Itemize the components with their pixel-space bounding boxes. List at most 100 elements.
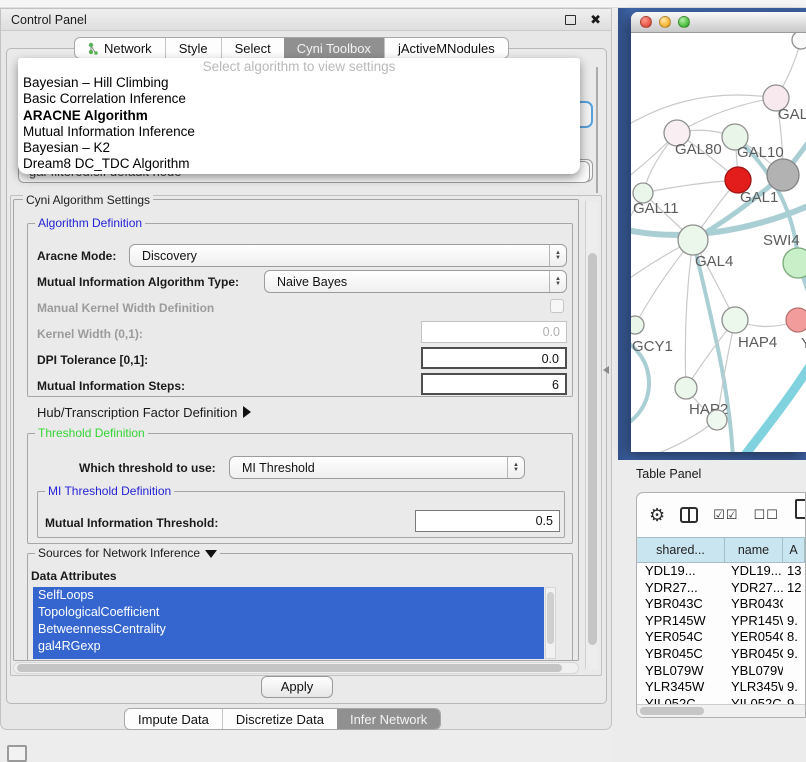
stepper-arrows-icon[interactable]: ▲▼ xyxy=(549,245,566,266)
table-row[interactable]: YDR27...YDR27...12 xyxy=(637,580,805,597)
network-node-y[interactable] xyxy=(786,308,806,332)
tab-label: Network xyxy=(104,41,152,56)
stepper-arrows-icon[interactable]: ▲▼ xyxy=(507,457,524,478)
data-attributes-list: SelfLoopsTopologicalCoefficientBetweenne… xyxy=(33,587,544,659)
close-icon[interactable]: ✖ xyxy=(590,13,601,26)
table-horizontal-scrollbar[interactable] xyxy=(637,704,805,717)
tab-cyni-toolbox[interactable]: Cyni Toolbox xyxy=(284,38,384,58)
settings-horizontal-scrollbar[interactable] xyxy=(13,662,579,674)
tab-style[interactable]: Style xyxy=(165,38,221,58)
network-node[interactable] xyxy=(792,33,806,49)
network-node-hap4[interactable] xyxy=(722,307,748,333)
sources-group-title[interactable]: Sources for Network Inference xyxy=(35,546,220,560)
table-row[interactable]: YBR043CYBR043C xyxy=(637,596,805,613)
dpi-tolerance-field[interactable]: 0.0 xyxy=(421,347,567,369)
zoom-traffic-light-icon[interactable] xyxy=(678,16,690,28)
mi-steps-field[interactable]: 6 xyxy=(421,373,567,395)
table-panel-box: ⚙ ☑☑ ☐☐ shared...nameA YDL19...YDL19...1… xyxy=(636,492,806,718)
algorithm-option-bayesian-k2[interactable]: Bayesian – K2 xyxy=(18,140,580,156)
network-edge xyxy=(643,180,738,193)
aracne-mode-combo[interactable]: Discovery ▲▼ xyxy=(129,244,567,267)
table-cell: YLR345W xyxy=(725,679,783,696)
table-row[interactable]: YBL079WYBL079W xyxy=(637,663,805,680)
tab-impute-data[interactable]: Impute Data xyxy=(125,709,222,729)
table-cell: 9. xyxy=(783,646,805,663)
columns-icon[interactable] xyxy=(680,507,698,523)
export-table-icon[interactable] xyxy=(795,499,806,519)
control-panel-titlebar: Control Panel ✖ xyxy=(1,9,611,31)
float-window-icon[interactable] xyxy=(565,15,576,25)
attribute-item-betweennesscentrality[interactable]: BetweennessCentrality xyxy=(33,621,544,638)
kernel-width-field[interactable]: 0.0 xyxy=(421,321,567,343)
algorithm-option-mutual-information-inference[interactable]: Mutual Information Inference xyxy=(18,124,580,140)
table-row[interactable]: YLR345WYLR345W9. xyxy=(637,679,805,696)
table-cell: YDL19... xyxy=(637,563,725,580)
network-node[interactable] xyxy=(707,410,727,430)
table-cell: YBL079W xyxy=(637,663,725,680)
network-node-hap2[interactable] xyxy=(675,377,697,399)
gear-icon[interactable]: ⚙ xyxy=(649,506,665,524)
network-node-swi4[interactable] xyxy=(783,248,806,278)
manual-kernel-label: Manual Kernel Width Definition xyxy=(37,301,214,315)
dropdown-placeholder: Select algorithm to view settings xyxy=(18,58,580,75)
app-top-strip xyxy=(0,0,806,8)
algorithm-definition-title: Algorithm Definition xyxy=(35,216,145,230)
hub-definition-toggle[interactable]: Hub/Transcription Factor Definition xyxy=(37,405,251,420)
tab-network[interactable]: Network xyxy=(75,38,165,58)
tab-infer-network[interactable]: Infer Network xyxy=(337,709,440,729)
column-header-0[interactable]: shared... xyxy=(637,538,725,562)
tab-jactivemnodules[interactable]: jActiveMNodules xyxy=(384,38,508,58)
network-window-titlebar xyxy=(631,12,806,33)
splitter-collapse-icon[interactable] xyxy=(603,366,609,374)
table-cell: YPR145W xyxy=(637,613,725,630)
table-row[interactable]: YDL19...YDL19...13 xyxy=(637,563,805,580)
stepper-arrows-icon[interactable]: ▲▼ xyxy=(549,271,566,292)
tab-select[interactable]: Select xyxy=(221,38,284,58)
collapse-down-icon xyxy=(205,550,217,558)
select-all-columns-icon[interactable]: ☑☑ xyxy=(713,507,738,523)
attribute-item-gal4rgexp[interactable]: gal4RGexp xyxy=(33,638,544,655)
column-header-1[interactable]: name xyxy=(725,538,783,562)
network-node[interactable] xyxy=(767,159,799,191)
attribute-item-selfloops[interactable]: SelfLoops xyxy=(33,587,544,604)
table-cell: YDR27... xyxy=(637,580,725,597)
table-cell: YBR043C xyxy=(637,596,725,613)
table-cell: YDL19... xyxy=(725,563,783,580)
settings-vertical-scrollbar[interactable] xyxy=(585,201,598,669)
network-canvas[interactable]: GAL7GAL80GAL10GAL1GAL11GAL4SWI4HAP4YGCY1… xyxy=(631,33,806,452)
table-cell xyxy=(783,596,805,613)
network-node-gal4[interactable] xyxy=(678,225,708,255)
algorithm-option-dream8-dc-tdc-algorithm[interactable]: Dream8 DC_TDC Algorithm xyxy=(18,156,580,172)
tab-label: Impute Data xyxy=(138,712,209,727)
table-row[interactable]: YER054CYER054C8. xyxy=(637,629,805,646)
deselect-all-columns-icon[interactable]: ☐☐ xyxy=(753,507,778,523)
network-node-gcy1[interactable] xyxy=(631,316,644,334)
mi-type-combo[interactable]: Naive Bayes ▲▼ xyxy=(264,270,567,293)
table-row[interactable]: YPR145WYPR145W9. xyxy=(637,613,805,630)
table-panel-title: Table Panel xyxy=(636,467,701,481)
tab-label: jActiveMNodules xyxy=(398,41,495,56)
table-toolbar: ⚙ ☑☑ ☐☐ xyxy=(637,493,805,537)
column-header-2[interactable]: A xyxy=(783,538,805,562)
algorithm-option-aracne-algorithm[interactable]: ARACNE Algorithm xyxy=(18,108,580,124)
apply-button[interactable]: Apply xyxy=(261,676,333,698)
which-threshold-combo[interactable]: MI Threshold ▲▼ xyxy=(229,456,525,479)
table-row[interactable]: YBR045CYBR045C9. xyxy=(637,646,805,663)
attributes-scrollbar[interactable] xyxy=(545,587,556,659)
aracne-mode-value: Discovery xyxy=(130,249,549,263)
node-label-gal1: GAL1 xyxy=(740,189,778,206)
network-icon xyxy=(88,42,99,55)
tab-discretize-data[interactable]: Discretize Data xyxy=(222,709,337,729)
table-cell: YBR045C xyxy=(637,646,725,663)
algorithm-option-bayesian-hill-climbing[interactable]: Bayesian – Hill Climbing xyxy=(18,75,580,91)
sources-title-text: Sources for Network Inference xyxy=(38,546,200,560)
attribute-item-topologicalcoefficient[interactable]: TopologicalCoefficient xyxy=(33,604,544,621)
close-traffic-light-icon[interactable] xyxy=(640,16,652,28)
collapsed-panel-icon[interactable] xyxy=(7,745,27,762)
algorithm-option-basic-correlation-inference[interactable]: Basic Correlation Inference xyxy=(18,91,580,107)
table-cell: YBL079W xyxy=(725,663,783,680)
minimize-traffic-light-icon[interactable] xyxy=(659,16,671,28)
expand-right-icon xyxy=(243,406,251,418)
manual-kernel-checkbox[interactable] xyxy=(550,299,564,313)
mi-threshold-field[interactable]: 0.5 xyxy=(415,510,560,532)
